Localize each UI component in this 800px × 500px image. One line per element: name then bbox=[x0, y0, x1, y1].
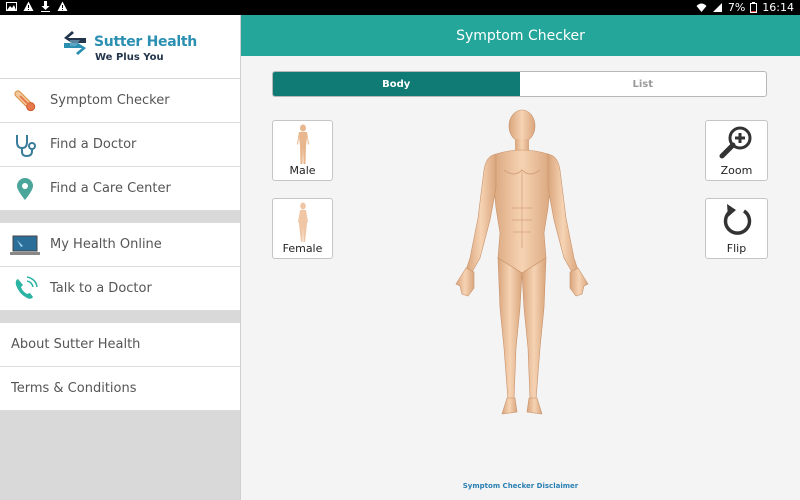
stethoscope-icon bbox=[0, 123, 50, 167]
sidebar-item-my-health-online[interactable]: My Health Online bbox=[0, 223, 240, 267]
body-right-leg[interactable] bbox=[521, 257, 547, 401]
menu-divider bbox=[0, 211, 240, 223]
body-right-arm[interactable] bbox=[547, 153, 579, 273]
sidebar-item-label: My Health Online bbox=[50, 237, 162, 252]
tab-list[interactable]: List bbox=[520, 72, 767, 96]
female-figure-icon bbox=[297, 202, 308, 242]
body-left-foot[interactable] bbox=[501, 397, 518, 415]
brand-name: Sutter Health bbox=[94, 34, 197, 50]
battery-icon bbox=[750, 2, 758, 13]
rotate-icon bbox=[723, 204, 751, 235]
female-label: Female bbox=[282, 242, 323, 255]
location-pin-icon bbox=[0, 167, 50, 211]
sutter-health-logo-icon bbox=[64, 31, 86, 55]
sidebar-item-find-a-care-center[interactable]: Find a Care Center bbox=[0, 167, 240, 211]
status-bar: 7% 16:14 bbox=[0, 0, 800, 15]
sidebar-item-label: Find a Care Center bbox=[50, 181, 171, 196]
zoom-in-icon bbox=[719, 126, 751, 159]
page-title: Symptom Checker bbox=[456, 27, 585, 44]
sidebar-item-about[interactable]: About Sutter Health bbox=[0, 323, 240, 367]
sidebar-item-terms[interactable]: Terms & Conditions bbox=[0, 367, 240, 411]
body-right-foot[interactable] bbox=[526, 397, 543, 415]
flip-label: Flip bbox=[726, 242, 747, 255]
flip-button[interactable]: Flip bbox=[705, 198, 768, 259]
sidebar-item-find-a-doctor[interactable]: Find a Doctor bbox=[0, 123, 240, 167]
brand-logo: Sutter Health We Plus You bbox=[0, 15, 240, 79]
sidebar-item-label: Symptom Checker bbox=[50, 93, 170, 108]
image-icon bbox=[6, 2, 17, 11]
body-left-arm[interactable] bbox=[465, 153, 497, 273]
brand-tagline: We Plus You bbox=[95, 52, 164, 63]
view-toggle: Body List bbox=[272, 71, 767, 97]
clock: 16:14 bbox=[762, 1, 794, 14]
body-map-figure[interactable] bbox=[452, 108, 592, 420]
thermometer-icon bbox=[0, 79, 50, 123]
laptop-icon bbox=[0, 223, 50, 267]
menu-group-primary: Symptom Checker Find a Doctor Find a Car… bbox=[0, 79, 240, 211]
zoom-button[interactable]: Zoom bbox=[705, 120, 768, 181]
sidebar-item-label: Terms & Conditions bbox=[11, 381, 137, 396]
warning-icon bbox=[57, 1, 68, 11]
female-button[interactable]: Female bbox=[272, 198, 333, 259]
sidebar-item-label: Talk to a Doctor bbox=[50, 281, 152, 296]
main-panel: Symptom Checker Body List Male Female Zo… bbox=[241, 15, 800, 500]
male-figure-icon bbox=[296, 124, 309, 164]
signal-icon bbox=[712, 3, 722, 12]
male-button[interactable]: Male bbox=[272, 120, 333, 181]
body-head[interactable] bbox=[508, 109, 536, 143]
male-label: Male bbox=[289, 164, 316, 177]
body-right-hand[interactable] bbox=[569, 267, 589, 297]
body-left-leg[interactable] bbox=[497, 257, 523, 401]
menu-group-info: About Sutter Health Terms & Conditions bbox=[0, 323, 240, 411]
sidebar-item-symptom-checker[interactable]: Symptom Checker bbox=[0, 79, 240, 123]
body-left-hand[interactable] bbox=[455, 267, 475, 297]
wifi-icon bbox=[696, 3, 707, 12]
sidebar-item-talk-to-a-doctor[interactable]: Talk to a Doctor bbox=[0, 267, 240, 311]
download-icon bbox=[41, 1, 50, 12]
sidebar-item-label: Find a Doctor bbox=[50, 137, 137, 152]
warning-icon bbox=[23, 1, 34, 11]
menu-group-secondary: My Health Online Talk to a Doctor bbox=[0, 223, 240, 311]
disclaimer-link[interactable]: Symptom Checker Disclaimer bbox=[241, 482, 800, 490]
menu-divider bbox=[0, 311, 240, 323]
tab-body[interactable]: Body bbox=[273, 72, 520, 96]
navigation-drawer: Sutter Health We Plus You Symptom Checke… bbox=[0, 15, 241, 500]
zoom-label: Zoom bbox=[720, 164, 753, 177]
phone-icon bbox=[0, 267, 50, 311]
body-neck[interactable] bbox=[515, 139, 529, 151]
battery-percent: 7% bbox=[727, 1, 746, 14]
sidebar-item-label: About Sutter Health bbox=[11, 337, 141, 352]
app-header: Symptom Checker bbox=[241, 15, 800, 56]
